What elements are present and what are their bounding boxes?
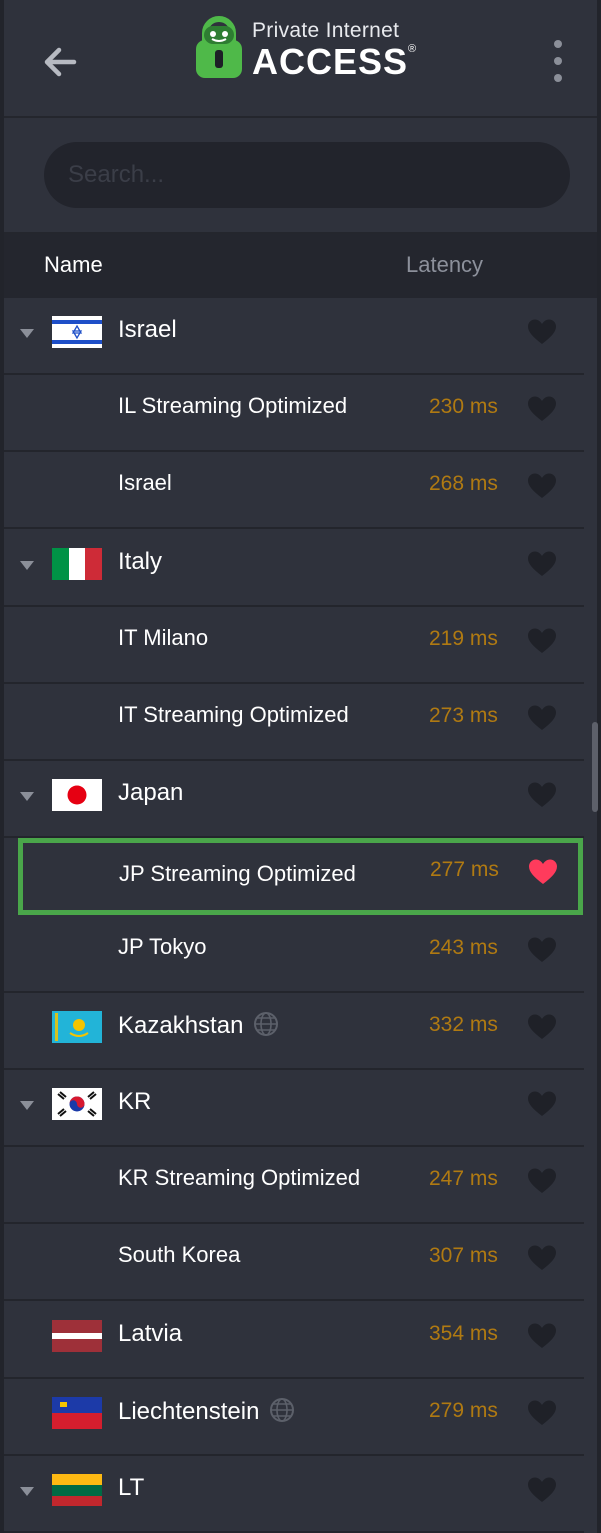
heart-icon[interactable] xyxy=(527,1013,557,1041)
column-name-header[interactable]: Name xyxy=(44,252,103,278)
latency-value: 273 ms xyxy=(429,704,498,727)
back-button[interactable] xyxy=(38,40,82,84)
latency-value: 279 ms xyxy=(429,1398,498,1422)
heart-icon[interactable] xyxy=(527,627,557,655)
heart-icon[interactable] xyxy=(527,1399,557,1427)
heart-icon[interactable] xyxy=(527,1244,557,1272)
server-row[interactable]: South Korea 307 ms xyxy=(4,1224,584,1302)
latency-value: 247 ms xyxy=(429,1167,498,1191)
more-vertical-icon-dot xyxy=(554,57,562,65)
region-name: Japan xyxy=(118,779,184,807)
heart-icon[interactable] xyxy=(527,1322,557,1350)
country-row[interactable]: Italy xyxy=(4,530,584,607)
more-vertical-icon xyxy=(554,40,562,48)
region-name: IT Streaming Optimized xyxy=(118,702,349,727)
server-row[interactable]: IT Streaming Optimized 273 ms xyxy=(4,684,584,761)
region-name: Israel xyxy=(118,316,177,343)
region-name: Kazakhstan xyxy=(118,1011,279,1040)
logo-text-top: Private Internet xyxy=(252,19,400,42)
heart-icon[interactable] xyxy=(527,1167,557,1195)
logo-text-bottom: ACCESS® xyxy=(252,41,418,82)
latency-value: 307 ms xyxy=(429,1244,498,1268)
server-row[interactable]: JP Streaming Optimized 277 ms xyxy=(18,838,583,916)
region-name: Latvia xyxy=(118,1319,183,1347)
country-row[interactable]: Israel xyxy=(4,298,584,375)
japan-flag-icon xyxy=(52,779,102,812)
region-name: IT Milano xyxy=(118,624,209,650)
header: Private Internet ACCESS® xyxy=(4,0,597,118)
latency-value: 332 ms xyxy=(429,1012,498,1036)
column-header: Name Latency xyxy=(4,234,597,298)
latency-value: 219 ms xyxy=(429,626,498,650)
israel-flag-icon xyxy=(52,316,102,348)
server-row[interactable]: IL Streaming Optimized 230 ms xyxy=(4,375,584,453)
column-latency-header[interactable]: Latency xyxy=(406,252,483,278)
heart-icon[interactable] xyxy=(528,858,558,886)
region-name: Israel xyxy=(118,470,172,496)
liechtenstein-flag-icon xyxy=(52,1396,102,1429)
expand-arrow-icon[interactable] xyxy=(20,1487,34,1496)
region-name: JP Streaming Optimized xyxy=(119,861,356,887)
country-row[interactable]: KR xyxy=(4,1070,584,1147)
country-row[interactable]: Japan xyxy=(4,761,584,839)
region-list: Israel IL Streaming Optimized 230 ms Israel… xyxy=(4,298,597,1533)
server-row[interactable]: IT Milano 219 ms xyxy=(4,607,584,684)
heart-icon[interactable] xyxy=(527,1090,557,1118)
pia-logo: Private Internet ACCESS® xyxy=(194,16,417,80)
region-name: LT xyxy=(118,1474,145,1501)
heart-icon[interactable] xyxy=(527,1476,557,1504)
country-row[interactable]: Kazakhstan 332 ms xyxy=(4,993,584,1070)
region-name: JP Tokyo xyxy=(118,933,207,959)
latency-value: 354 ms xyxy=(429,1321,498,1345)
region-name: KR Streaming Optimized xyxy=(118,1165,361,1191)
arrow-left-icon xyxy=(44,47,77,77)
latency-value: 277 ms xyxy=(430,858,499,882)
heart-icon[interactable] xyxy=(527,936,557,964)
heart-icon[interactable] xyxy=(527,781,557,809)
country-row[interactable]: Latvia 354 ms xyxy=(4,1302,584,1379)
korea-flag-icon xyxy=(52,1088,102,1120)
search-bar xyxy=(4,118,597,234)
expand-arrow-icon[interactable] xyxy=(20,560,34,570)
region-name: Italy xyxy=(118,547,163,575)
server-row[interactable]: KR Streaming Optimized 247 ms xyxy=(4,1147,584,1225)
scrollbar-thumb[interactable] xyxy=(592,722,598,812)
region-name: KR xyxy=(118,1088,152,1115)
geo-location-icon xyxy=(269,1397,295,1423)
server-row[interactable]: Israel 268 ms xyxy=(4,452,584,530)
country-row[interactable]: Liechtenstein 279 ms xyxy=(4,1379,584,1456)
expand-arrow-icon[interactable] xyxy=(20,329,34,338)
search-input[interactable] xyxy=(44,142,570,208)
server-row[interactable]: JP Tokyo 243 ms xyxy=(4,916,584,993)
more-options-button[interactable] xyxy=(540,36,576,86)
kazakhstan-flag-icon xyxy=(52,1010,102,1043)
italy-flag-icon xyxy=(52,547,102,580)
expand-arrow-icon[interactable] xyxy=(20,792,34,802)
region-name: IL Streaming Optimized xyxy=(118,393,348,419)
region-name: Liechtenstein xyxy=(118,1397,295,1426)
latency-value: 268 ms xyxy=(429,472,498,496)
country-row[interactable]: LT xyxy=(4,1456,584,1533)
geo-location-icon xyxy=(253,1011,279,1037)
more-vertical-icon-dot xyxy=(554,74,562,82)
lithuania-flag-icon xyxy=(52,1474,102,1506)
latvia-flag-icon xyxy=(52,1319,102,1352)
latency-value: 230 ms xyxy=(429,395,498,419)
heart-icon[interactable] xyxy=(527,472,557,500)
latency-value: 243 ms xyxy=(429,935,498,959)
heart-icon[interactable] xyxy=(527,704,557,732)
lock-robot-icon xyxy=(194,16,244,80)
heart-icon[interactable] xyxy=(527,550,557,578)
heart-icon[interactable] xyxy=(527,318,557,346)
pia-app-window: Private Internet ACCESS® Name Latency Is… xyxy=(0,0,601,1533)
expand-arrow-icon[interactable] xyxy=(20,1101,34,1110)
region-name: South Korea xyxy=(118,1242,241,1268)
heart-icon[interactable] xyxy=(527,395,557,423)
